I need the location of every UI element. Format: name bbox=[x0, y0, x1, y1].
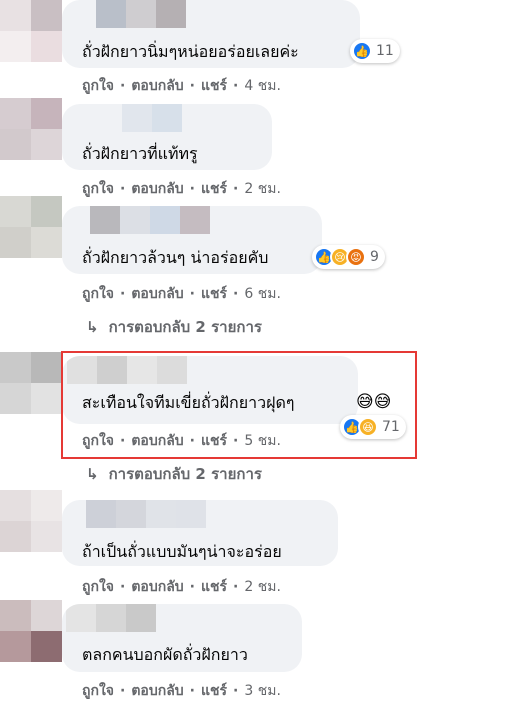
like-link[interactable]: ถูกใจ bbox=[82, 579, 114, 595]
timestamp[interactable]: 3 ชม. bbox=[244, 683, 281, 699]
comment-text: ถ้าเป็นถั่วแบบมันๆน่าจะอร่อย bbox=[82, 542, 282, 561]
avatar[interactable] bbox=[0, 0, 62, 62]
view-replies-link[interactable]: ↳ การตอบกลับ 2 รายการ bbox=[86, 315, 262, 339]
reply-link[interactable]: ตอบกลับ bbox=[131, 286, 183, 302]
timestamp[interactable]: 2 ชม. bbox=[244, 579, 281, 595]
like-icon: 👍 bbox=[352, 41, 372, 61]
avatar[interactable] bbox=[0, 600, 62, 662]
commenter-name[interactable] bbox=[66, 604, 156, 632]
comment-actions: ถูกใจ · ตอบกลับ · แชร์ · 6 ชม. bbox=[82, 286, 281, 302]
like-link[interactable]: ถูกใจ bbox=[82, 181, 114, 197]
share-link[interactable]: แชร์ bbox=[201, 286, 227, 302]
reaction-summary[interactable]: 👍 11 bbox=[350, 39, 400, 63]
comment-actions: ถูกใจ · ตอบกลับ · แชร์ · 2 ชม. bbox=[82, 579, 281, 595]
timestamp[interactable]: 6 ชม. bbox=[244, 286, 281, 302]
comment-actions: ถูกใจ · ตอบกลับ · แชร์ · 4 ชม. bbox=[82, 78, 281, 94]
commenter-name[interactable] bbox=[90, 206, 210, 234]
avatar[interactable] bbox=[0, 196, 62, 258]
angry-icon: 😡 bbox=[346, 247, 366, 267]
reply-link[interactable]: ตอบกลับ bbox=[131, 78, 183, 94]
reaction-summary[interactable]: 👍 😢 😡 9 bbox=[312, 245, 385, 269]
comment-text: ถั่วฝักยาวนิ่มๆหน่อยอร่อยเลยค่ะ bbox=[82, 42, 299, 61]
reply-link[interactable]: ตอบกลับ bbox=[131, 579, 183, 595]
commenter-name[interactable] bbox=[86, 500, 206, 528]
avatar[interactable] bbox=[0, 352, 62, 414]
reply-arrow-icon: ↳ bbox=[86, 465, 99, 483]
reply-arrow-icon: ↳ bbox=[86, 318, 99, 336]
avatar[interactable] bbox=[0, 98, 62, 160]
commenter-name[interactable] bbox=[122, 104, 182, 132]
comment-actions: ถูกใจ · ตอบกลับ · แชร์ · 2 ชม. bbox=[82, 181, 281, 197]
like-link[interactable]: ถูกใจ bbox=[82, 78, 114, 94]
comment-text: ถั่วฝักยาวล้วนๆ น่าอร่อยคับ bbox=[82, 248, 269, 267]
share-link[interactable]: แชร์ bbox=[201, 78, 227, 94]
share-link[interactable]: แชร์ bbox=[201, 181, 227, 197]
timestamp[interactable]: 4 ชม. bbox=[244, 78, 281, 94]
avatar[interactable] bbox=[0, 490, 62, 552]
share-link[interactable]: แชร์ bbox=[201, 579, 227, 595]
commenter-name[interactable] bbox=[96, 0, 186, 28]
like-link[interactable]: ถูกใจ bbox=[82, 286, 114, 302]
highlight-box bbox=[61, 351, 417, 459]
like-link[interactable]: ถูกใจ bbox=[82, 683, 114, 699]
reply-link[interactable]: ตอบกลับ bbox=[131, 181, 183, 197]
view-replies-link[interactable]: ↳ การตอบกลับ 2 รายการ bbox=[86, 462, 262, 486]
reply-link[interactable]: ตอบกลับ bbox=[131, 683, 183, 699]
timestamp[interactable]: 2 ชม. bbox=[244, 181, 281, 197]
comment-text: ตลกคนบอกผัดถั่วฝักยาว bbox=[82, 645, 248, 664]
comment-text: ถั่วฝักยาวที่แท้ทรู bbox=[82, 144, 198, 163]
comment-actions: ถูกใจ · ตอบกลับ · แชร์ · 3 ชม. bbox=[82, 683, 281, 699]
share-link[interactable]: แชร์ bbox=[201, 683, 227, 699]
